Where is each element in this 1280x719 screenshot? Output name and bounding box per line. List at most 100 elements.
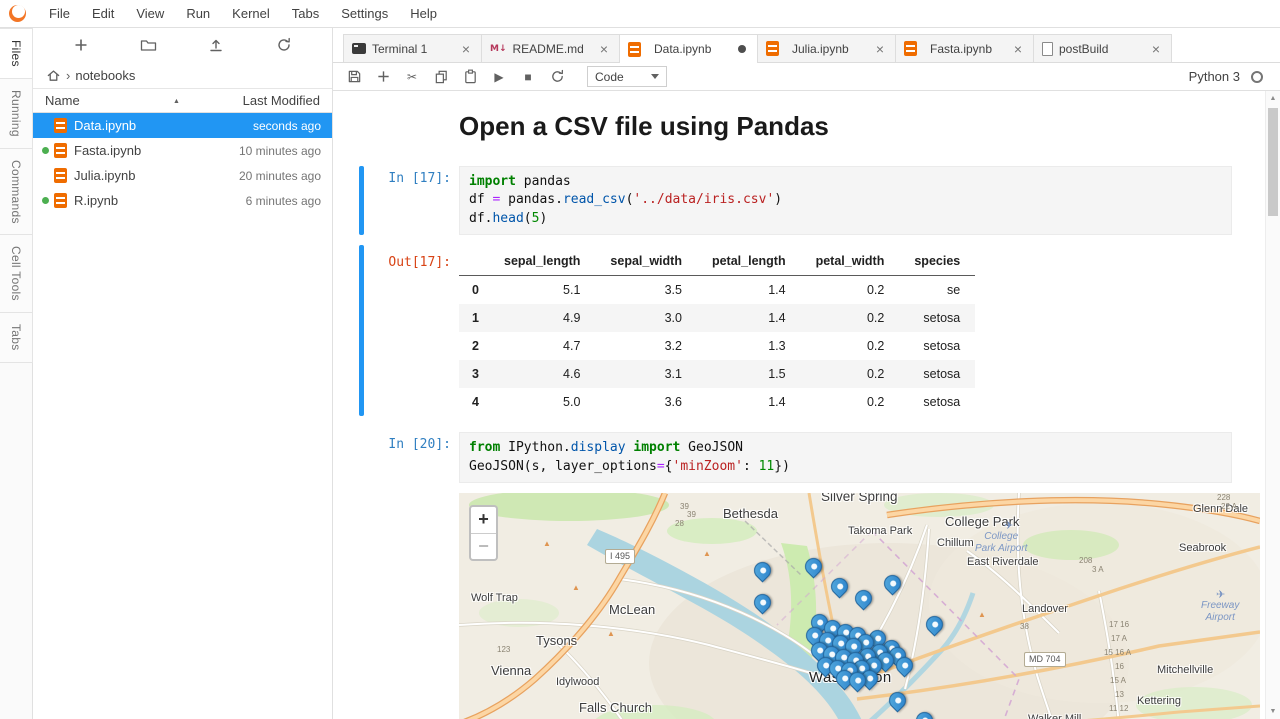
new-folder-icon — [140, 37, 157, 53]
terminal-icon — [352, 43, 366, 54]
kernel-name[interactable]: Python 3 — [1189, 69, 1240, 84]
table-cell: 3.0 — [595, 304, 697, 332]
file-row-julia-ipynb[interactable]: Julia.ipynb20 minutes ago — [33, 163, 332, 188]
close-icon[interactable]: × — [1011, 42, 1025, 56]
file-row-fasta-ipynb[interactable]: Fasta.ipynb10 minutes ago — [33, 138, 332, 163]
close-icon[interactable]: × — [873, 42, 887, 56]
input-prompt: In [20]: — [364, 432, 459, 483]
map-marker-icon[interactable] — [801, 555, 825, 579]
map-marker-icon[interactable] — [851, 587, 875, 611]
table-cell: 1.5 — [697, 360, 801, 388]
new-launcher-button[interactable] — [68, 33, 94, 57]
file-row-r-ipynb[interactable]: R.ipynb6 minutes ago — [33, 188, 332, 213]
save-button[interactable] — [341, 65, 367, 89]
tab-data-ipynb[interactable]: Data.ipynb — [619, 34, 758, 63]
zoom-out-button[interactable]: − — [471, 533, 496, 559]
tab-terminal-1[interactable]: Terminal 1× — [343, 34, 482, 62]
menu-kernel[interactable]: Kernel — [221, 0, 281, 27]
notebook-file-icon — [54, 118, 67, 133]
table-cell: 3.1 — [595, 360, 697, 388]
scrollbar[interactable]: ▲ ▼ — [1265, 91, 1280, 719]
menu-view[interactable]: View — [125, 0, 175, 27]
map-marker-icon[interactable] — [750, 591, 774, 615]
sidebar-tab-label: Files — [9, 40, 23, 67]
file-list-header: Name ▲ Last Modified — [33, 88, 332, 113]
sidebar-tab-label: Commands — [9, 160, 23, 224]
paste-cells-button[interactable] — [457, 65, 483, 89]
table-col-header — [459, 247, 489, 276]
run-cell-button[interactable]: ▶ — [486, 65, 512, 89]
sidebar-tab-label: Tabs — [9, 324, 23, 351]
table-col-header: sepal_width — [595, 247, 697, 276]
zoom-in-button[interactable]: + — [471, 507, 496, 533]
notebook-file-icon — [54, 168, 67, 183]
sidebar-tab-running[interactable]: Running — [0, 78, 33, 149]
sidebar-tab-commands[interactable]: Commands — [0, 148, 33, 236]
menubar: FileEditViewRunKernelTabsSettingsHelp — [0, 0, 1280, 28]
file-modified: 10 minutes ago — [239, 144, 326, 158]
code-area-2[interactable]: from IPython.display import GeoJSONGeoJS… — [459, 432, 1232, 483]
map-marker-icon[interactable] — [880, 572, 904, 596]
file-browser-toolbar — [33, 28, 332, 62]
insert-cell-button[interactable] — [370, 65, 396, 89]
file-name: Data.ipynb — [74, 118, 253, 133]
table-cell: 0.2 — [801, 276, 900, 305]
table-cell: 1.3 — [697, 332, 801, 360]
menu-settings[interactable]: Settings — [330, 0, 399, 27]
table-col-header: sepal_length — [489, 247, 595, 276]
table-cell: 0.2 — [801, 304, 900, 332]
code-area-1[interactable]: import pandasdf = pandas.read_csv('../da… — [459, 166, 1232, 235]
tab-readme-md[interactable]: M↓README.md× — [481, 34, 620, 62]
restart-kernel-button[interactable] — [544, 65, 570, 89]
menu-help[interactable]: Help — [399, 0, 448, 27]
plus-icon — [73, 37, 89, 53]
scrollbar-thumb[interactable] — [1268, 108, 1278, 216]
menu-run[interactable]: Run — [175, 0, 221, 27]
interrupt-kernel-button[interactable]: ■ — [515, 65, 541, 89]
notebook-icon — [766, 41, 779, 56]
home-icon[interactable] — [46, 68, 61, 83]
plus-icon — [376, 69, 391, 84]
table-cell: setosa — [899, 388, 975, 416]
table-cell: 0.2 — [801, 332, 900, 360]
sidebar-tab-cell-tools[interactable]: Cell Tools — [0, 234, 33, 313]
new-folder-button[interactable] — [136, 33, 162, 57]
map-marker-icon[interactable] — [885, 689, 909, 713]
column-header-name[interactable]: Name — [45, 93, 80, 108]
close-icon[interactable]: × — [597, 42, 611, 56]
map-marker-icon[interactable] — [750, 559, 774, 583]
table-row-index: 3 — [459, 360, 489, 388]
menu-tabs[interactable]: Tabs — [281, 0, 330, 27]
map-marker-icon[interactable] — [912, 709, 936, 719]
cell-type-dropdown[interactable]: Code — [587, 66, 667, 87]
tab-fasta-ipynb[interactable]: Fasta.ipynb× — [895, 34, 1034, 62]
table-cell: 4.6 — [489, 360, 595, 388]
copy-cells-button[interactable] — [428, 65, 454, 89]
iris-table-body: 05.13.51.40.2se14.93.01.40.2setosa24.73.… — [459, 276, 975, 417]
menu-edit[interactable]: Edit — [81, 0, 125, 27]
refresh-button[interactable] — [271, 33, 297, 57]
file-modified: 20 minutes ago — [239, 169, 326, 183]
map-marker-icon[interactable] — [827, 575, 851, 599]
file-row-data-ipynb[interactable]: Data.ipynbseconds ago — [33, 113, 332, 138]
table-cell: 5.1 — [489, 276, 595, 305]
upload-button[interactable] — [203, 33, 229, 57]
geojson-map[interactable]: Silver SpringBethesdaTakoma ParkCollege … — [459, 493, 1260, 719]
map-marker-icon[interactable] — [922, 613, 946, 637]
close-icon[interactable]: × — [459, 42, 473, 56]
file-list: Data.ipynbseconds agoFasta.ipynb10 minut… — [33, 113, 332, 213]
map-zoom-control: + − — [469, 505, 498, 561]
notebook-file-icon — [54, 193, 67, 208]
close-icon[interactable]: × — [1149, 42, 1163, 56]
tab-postbuild[interactable]: postBuild× — [1033, 34, 1172, 62]
scroll-up-arrow-icon[interactable]: ▲ — [1266, 91, 1280, 106]
table-row: 24.73.21.30.2setosa — [459, 332, 975, 360]
sidebar-tab-tabs[interactable]: Tabs — [0, 312, 33, 363]
scroll-down-arrow-icon[interactable]: ▼ — [1266, 704, 1280, 719]
sidebar-tab-files[interactable]: Files — [0, 28, 33, 79]
tab-julia-ipynb[interactable]: Julia.ipynb× — [757, 34, 896, 62]
cut-cells-button[interactable]: ✂ — [399, 65, 425, 89]
column-header-modified[interactable]: Last Modified — [243, 93, 320, 108]
menu-file[interactable]: File — [38, 0, 81, 27]
file-name: Julia.ipynb — [74, 168, 239, 183]
